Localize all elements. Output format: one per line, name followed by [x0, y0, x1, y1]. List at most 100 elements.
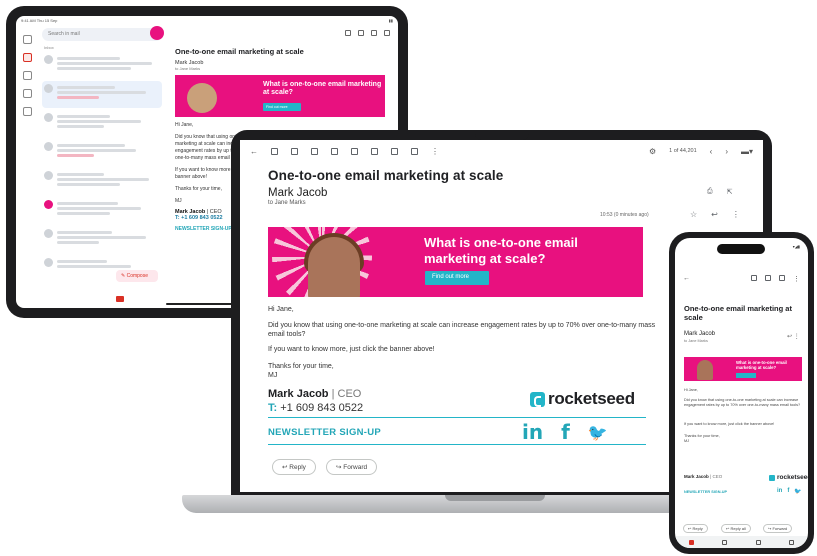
chat-tab-icon[interactable] — [722, 539, 728, 545]
prev-icon[interactable]: ‹ — [710, 147, 713, 156]
tablet-mail-list: Search in mail Inbox — [38, 26, 166, 308]
menu-icon[interactable] — [22, 35, 32, 44]
snooze-icon[interactable] — [351, 147, 358, 155]
meet-tab-icon[interactable] — [788, 539, 794, 545]
compose-button[interactable]: ✎ Compose — [116, 270, 158, 282]
flag-icon[interactable] — [22, 107, 32, 116]
list-item[interactable] — [42, 52, 162, 79]
avatar[interactable] — [150, 26, 164, 40]
report-icon[interactable] — [291, 147, 298, 155]
message-actions: ☆ ↩ ⋮ — [690, 210, 740, 219]
add-task-icon[interactable] — [371, 147, 378, 155]
email-body: Did you know that using one-to-one marke… — [268, 322, 656, 338]
label-icon[interactable] — [22, 89, 32, 98]
more-icon[interactable]: ⋮ — [431, 147, 439, 156]
twitter-icon[interactable]: 🐦 — [588, 423, 608, 442]
tablet-nav-rail — [16, 26, 38, 308]
linkedin-icon[interactable]: in — [777, 488, 782, 495]
forward-button[interactable]: ↪ Forward — [326, 459, 378, 475]
list-item[interactable] — [42, 110, 162, 137]
reply-button[interactable]: ↩ Reply — [683, 524, 708, 533]
back-arrow-icon[interactable]: ← — [683, 275, 690, 283]
archive-icon[interactable] — [345, 30, 351, 36]
email-closing: Thanks for your time, — [268, 363, 334, 370]
reply-all-button[interactable]: ↩ Reply all — [721, 524, 751, 533]
list-item[interactable] — [42, 139, 162, 166]
chat-icon[interactable] — [22, 71, 32, 80]
label-icon[interactable] — [411, 147, 418, 155]
mail-icon[interactable] — [371, 30, 377, 36]
list-item[interactable] — [42, 197, 162, 224]
signature-name: Mark Jacob | CEO — [684, 474, 723, 479]
back-arrow-icon[interactable]: ← — [250, 147, 258, 156]
star-icon[interactable]: ☆ — [690, 210, 697, 219]
signature-phone: T: +1 609 843 0522 — [268, 402, 364, 414]
search-input[interactable]: Search in mail — [42, 26, 164, 41]
banner-cta[interactable]: Find out more — [263, 103, 301, 111]
list-item[interactable] — [42, 168, 162, 195]
banner-title: What is one-to-one email marketing at sc… — [263, 81, 382, 96]
mail-icon[interactable] — [22, 53, 32, 62]
more-icon[interactable] — [384, 30, 390, 36]
email-body-2: If you want to know more, just click the… — [684, 422, 775, 426]
recipient: to Jane Marks — [684, 339, 708, 343]
banner-photo — [308, 237, 360, 297]
signature-name: Mark Jacob | CEO — [268, 388, 362, 400]
archive-icon[interactable] — [751, 275, 757, 281]
delete-icon[interactable] — [358, 30, 364, 36]
banner-photo — [187, 83, 217, 113]
reply-icon[interactable]: ↩ — [711, 210, 718, 219]
camera-notch — [475, 130, 529, 140]
signature-divider — [268, 417, 646, 418]
phone-toolbar: ← ⋮ — [683, 275, 800, 283]
tablet-status-time: 9:41 AM Thu 15 Sep — [21, 18, 58, 23]
forward-button[interactable]: ↪ Forward — [763, 524, 793, 533]
settings-icon[interactable]: ⚙ — [649, 147, 656, 156]
email-time: 10:53 (0 minutes ago) — [600, 212, 649, 218]
message-count: 1 of 44,201 — [669, 148, 697, 154]
linkedin-icon[interactable]: in — [522, 420, 543, 444]
phone-device: ▾◢▮ ← ⋮ One-to-one email marketing at sc… — [669, 232, 814, 554]
email-banner[interactable]: What is one-to-one email marketing at sc… — [268, 227, 643, 297]
banner-cta[interactable]: Find out more — [425, 271, 489, 285]
email-banner[interactable]: What is one-to-one email marketing at sc… — [175, 75, 385, 117]
email-subject: One-to-one email marketing at scale — [684, 304, 792, 322]
next-icon[interactable]: › — [725, 147, 728, 156]
rocketseed-wordmark: rocketseed — [548, 389, 635, 408]
mark-unread-icon[interactable] — [331, 147, 338, 155]
mail-tab-icon[interactable] — [116, 296, 124, 302]
tablet-status-bar: 9:41 AM Thu 15 Sep ▮▮ — [16, 16, 398, 26]
email-banner[interactable]: What is one-to-one email marketing at sc… — [684, 357, 802, 381]
list-item[interactable] — [42, 81, 162, 108]
print-icon[interactable]: ⎙ — [707, 188, 713, 196]
compose-label: Compose — [126, 273, 148, 279]
mail-tab-icon[interactable] — [689, 539, 695, 545]
mail-icon[interactable] — [779, 275, 785, 281]
reply-button[interactable]: ↩ Reply — [272, 459, 316, 475]
twitter-icon[interactable]: 🐦 — [794, 488, 801, 495]
email-subject: One-to-one email marketing at scale — [268, 168, 504, 183]
open-new-window-icon[interactable]: ⇱ — [727, 188, 733, 196]
facebook-icon[interactable]: f — [561, 420, 570, 444]
recipient: to Jane Marks — [268, 200, 306, 206]
move-icon[interactable] — [391, 147, 398, 155]
newsletter-link[interactable]: NEWSLETTER SIGN-UP — [268, 427, 381, 438]
email-initials: MJ — [684, 439, 690, 443]
more-icon[interactable]: ⋮ — [732, 210, 740, 219]
facebook-icon[interactable]: f — [787, 488, 789, 495]
delete-icon[interactable] — [765, 275, 771, 281]
list-item[interactable] — [42, 226, 162, 253]
archive-icon[interactable] — [271, 147, 278, 155]
banner-title: What is one-to-one email marketing at sc… — [736, 360, 787, 370]
more-icon[interactable]: ⋮ — [793, 275, 800, 283]
phone-status: ▾◢▮ — [792, 244, 800, 249]
email-greeting: Hi Jane, — [175, 122, 194, 128]
reply-icon[interactable]: ↩ ⋮ — [787, 333, 800, 340]
phone-bottom-nav — [675, 536, 808, 548]
spaces-tab-icon[interactable] — [755, 539, 761, 545]
newsletter-link[interactable]: NEWSLETTER SIGN-UP — [684, 490, 727, 494]
delete-icon[interactable] — [311, 147, 318, 155]
keyboard-icon[interactable]: ▬▾ — [741, 147, 753, 156]
banner-cta[interactable] — [736, 373, 756, 378]
recipient: to Jane Marks — [175, 66, 201, 71]
